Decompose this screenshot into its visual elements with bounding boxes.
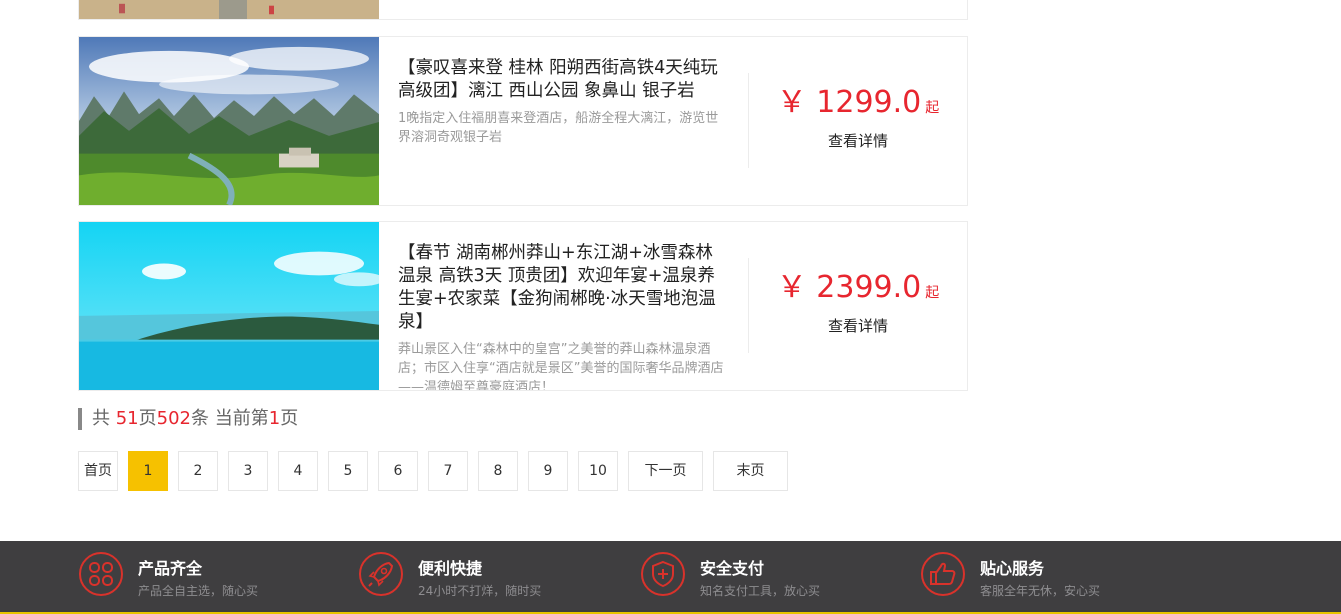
- last-page-button[interactable]: 末页: [713, 451, 788, 491]
- thumbs-up-icon: [920, 551, 966, 597]
- price-suffix: 起: [925, 100, 940, 116]
- grid-icon: [78, 551, 124, 597]
- price: ￥ 1299.0 起: [749, 85, 967, 126]
- summary-suffix: 页: [280, 408, 299, 429]
- feature-title: 贴心服务: [980, 559, 1045, 578]
- page: 【豪叹喜来登 桂林 阳朔西街高铁4天纯玩高级团】漓江 西山公园 象鼻山 银子岩 …: [0, 0, 1341, 614]
- next-page-button[interactable]: 下一页: [628, 451, 703, 491]
- items-unit: 条 当前第: [191, 408, 269, 429]
- listing-image[interactable]: [79, 37, 379, 205]
- price-box: ￥ 2399.0 起 查看详情: [749, 270, 967, 336]
- listing-card-partial[interactable]: [78, 0, 968, 20]
- page-button-3[interactable]: 3: [228, 451, 268, 491]
- listing-image[interactable]: [79, 222, 379, 390]
- summary-prefix: 共: [92, 408, 116, 429]
- pagination-summary: 共 51页502条 当前第1页: [78, 408, 298, 430]
- rocket-icon: [358, 551, 404, 597]
- listing-info: 【春节 湖南郴州莽山+东江湖+冰雪森林温泉 高铁3天 顶贵团】欢迎年宴+温泉养生…: [398, 242, 730, 391]
- feature-subtitle: 24小时不打烊，随时买: [418, 584, 542, 598]
- price: ￥ 2399.0 起: [749, 270, 967, 311]
- page-button-10[interactable]: 10: [578, 451, 618, 491]
- listing-description: 莽山景区入住“森林中的皇宫”之美誉的莽山森林温泉酒店；市区入住享“酒店就是景区”…: [398, 342, 724, 391]
- page-button-2[interactable]: 2: [178, 451, 218, 491]
- first-page-button[interactable]: 首页: [78, 451, 118, 491]
- price-suffix: 起: [925, 285, 940, 301]
- listing-card[interactable]: 【豪叹喜来登 桂林 阳朔西街高铁4天纯玩高级团】漓江 西山公园 象鼻山 银子岩 …: [78, 36, 968, 206]
- price-box: ￥ 1299.0 起 查看详情: [749, 85, 967, 151]
- listing-description: 1晚指定入住福朋喜来登酒店，船游全程大漓江，游览世界溶洞奇观银子岩: [398, 111, 719, 145]
- listing-info: 【豪叹喜来登 桂林 阳朔西街高铁4天纯玩高级团】漓江 西山公园 象鼻山 银子岩 …: [398, 57, 730, 147]
- feature-title: 便利快捷: [418, 559, 483, 578]
- shield-icon: [640, 551, 686, 597]
- total-items: 502: [156, 408, 191, 429]
- listing-title[interactable]: 【豪叹喜来登 桂林 阳朔西街高铁4天纯玩高级团】漓江 西山公园 象鼻山 银子岩: [398, 57, 730, 103]
- listing-title[interactable]: 【春节 湖南郴州莽山+东江湖+冰雪森林温泉 高铁3天 顶贵团】欢迎年宴+温泉养生…: [398, 242, 730, 334]
- listing-image[interactable]: [79, 0, 379, 19]
- page-button-9[interactable]: 9: [528, 451, 568, 491]
- price-value: ￥ 2399.0: [776, 270, 922, 305]
- view-details-link[interactable]: 查看详情: [749, 315, 967, 336]
- page-button-5[interactable]: 5: [328, 451, 368, 491]
- page-button-1[interactable]: 1: [128, 451, 168, 491]
- price-value: ￥ 1299.0: [776, 85, 922, 120]
- page-button-8[interactable]: 8: [478, 451, 518, 491]
- feature-subtitle: 产品全自主选，随心买: [138, 584, 259, 598]
- footer: 产品齐全 产品全自主选，随心买 便利快捷 24小时不打烊，随时买 安全支付 知名…: [0, 541, 1341, 614]
- feature-subtitle: 知名支付工具，放心买: [700, 584, 821, 598]
- total-pages: 51: [115, 408, 139, 429]
- feature-title: 安全支付: [700, 559, 765, 578]
- pages-unit: 页: [138, 408, 157, 429]
- feature-subtitle: 客服全年无休，安心买: [980, 584, 1101, 598]
- page-button-6[interactable]: 6: [378, 451, 418, 491]
- view-details-link[interactable]: 查看详情: [749, 130, 967, 151]
- listing-card[interactable]: 【春节 湖南郴州莽山+东江湖+冰雪森林温泉 高铁3天 顶贵团】欢迎年宴+温泉养生…: [78, 221, 968, 391]
- page-button-4[interactable]: 4: [278, 451, 318, 491]
- page-button-7[interactable]: 7: [428, 451, 468, 491]
- feature-title: 产品齐全: [138, 559, 203, 578]
- current-page: 1: [268, 408, 281, 429]
